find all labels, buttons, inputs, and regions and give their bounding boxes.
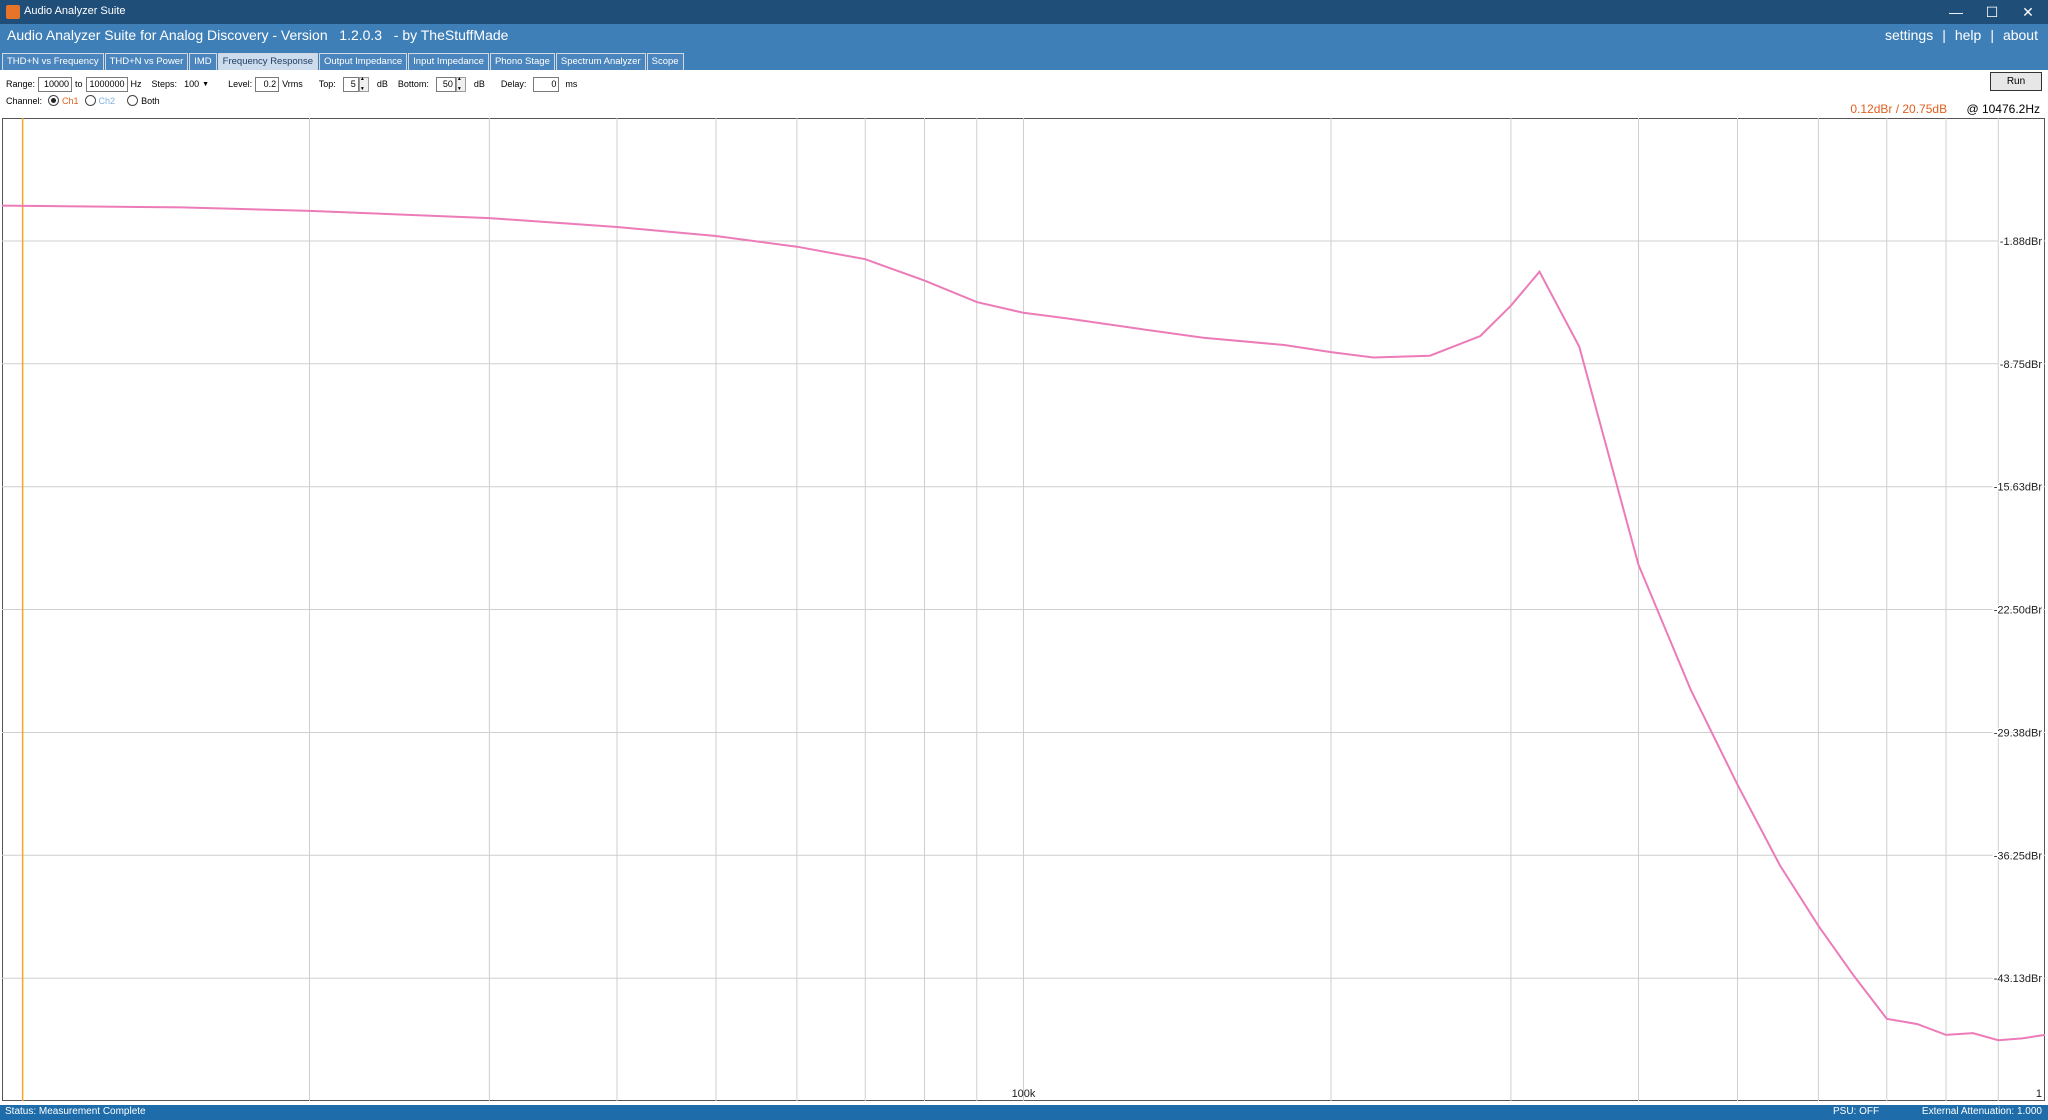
y-tick-label: -8.75dBr xyxy=(2000,359,2043,371)
chevron-down-icon[interactable]: ▼ xyxy=(202,81,210,88)
x-tick-label: 1 xyxy=(2036,1088,2042,1100)
y-tick-label: -15.63dBr xyxy=(1994,482,2043,494)
bottom-unit: dB xyxy=(473,79,485,89)
tab-bar: THD+N vs Frequency THD+N vs Power IMD Fr… xyxy=(2,53,685,70)
bottom-stepper[interactable] xyxy=(455,76,466,92)
delay-unit: ms xyxy=(565,79,578,89)
maximize-button[interactable]: ☐ xyxy=(1974,0,2010,24)
ch1-radio[interactable] xyxy=(48,95,60,106)
bottom-label: Bottom: xyxy=(397,79,429,89)
y-tick-label: -43.13dBr xyxy=(1994,973,2043,985)
top-unit: dB xyxy=(376,79,388,89)
both-label: Both xyxy=(141,95,160,106)
level-label: Level: xyxy=(228,79,253,89)
top-stepper[interactable] xyxy=(358,76,369,92)
tab-thd-vs-power[interactable]: THD+N vs Power xyxy=(104,53,189,70)
close-button[interactable]: ✕ xyxy=(2010,0,2046,24)
both-radio[interactable] xyxy=(127,95,139,106)
tab-spectrum-analyzer[interactable]: Spectrum Analyzer xyxy=(555,53,646,70)
ch2-label: Ch2 xyxy=(98,95,116,106)
settings-row: Range: 10000 to 1000000 Hz Steps: 100 ▼ … xyxy=(6,76,580,92)
settings-link[interactable]: settings xyxy=(1885,27,1933,43)
tab-scope[interactable]: Scope xyxy=(646,53,684,70)
top-input[interactable]: 5 xyxy=(342,76,359,92)
cursor-frequency: @ 10476.2Hz xyxy=(1966,102,2040,116)
tab-output-impedance[interactable]: Output Impedance xyxy=(318,53,408,70)
tab-input-impedance[interactable]: Input Impedance xyxy=(408,53,489,70)
y-tick-label: -1.88dBr xyxy=(2000,236,2043,248)
about-link[interactable]: about xyxy=(2003,27,2038,43)
tab-imd[interactable]: IMD xyxy=(189,53,217,70)
help-link[interactable]: help xyxy=(1955,27,1981,43)
y-tick-label: -29.38dBr xyxy=(1994,727,2043,739)
y-tick-label: -36.25dBr xyxy=(1994,850,2043,862)
top-label: Top: xyxy=(318,79,336,89)
waveform-icon xyxy=(6,5,20,19)
title-bar: Audio Analyzer Suite — ☐ ✕ xyxy=(0,0,2048,24)
menu-separator: | xyxy=(1990,27,1994,43)
level-input[interactable]: 0.2 xyxy=(255,76,280,92)
delay-input[interactable]: 0 xyxy=(533,76,560,92)
app-name: Audio Analyzer Suite for Analog Discover… xyxy=(7,27,509,43)
cursor-readout: 0.12dBr / 20.75dB @ 10476.2Hz xyxy=(1850,102,2040,116)
y-tick-label: -22.50dBr xyxy=(1994,605,2043,617)
frequency-response-chart[interactable]: -1.88dBr -8.75dBr -15.63dBr -22.50dBr -29.38… xyxy=(2,118,2045,1101)
bottom-input[interactable]: 50 xyxy=(435,76,456,92)
status-text: Status: Measurement Complete xyxy=(5,1106,146,1117)
cursor-value: 0.12dBr / 20.75dB xyxy=(1850,102,1948,116)
range-label: Range: xyxy=(6,79,36,89)
range-to-label: to xyxy=(75,79,83,89)
steps-label: Steps: xyxy=(151,79,178,89)
ch1-label: Ch1 xyxy=(62,95,79,106)
top-menu: settings | help | about xyxy=(1885,27,2038,43)
tab-thd-vs-frequency[interactable]: THD+N vs Frequency xyxy=(2,53,104,70)
menu-separator: | xyxy=(1942,27,1946,43)
run-button[interactable]: Run xyxy=(1990,72,2042,91)
channel-selector: Channel: Ch1 Ch2 Both xyxy=(6,95,160,106)
range-to-input[interactable]: 1000000 xyxy=(85,76,128,92)
psu-status: PSU: OFF xyxy=(1833,1106,1880,1117)
level-unit: Vrms xyxy=(282,79,303,89)
x-tick-label: 100k xyxy=(1012,1088,1036,1100)
tab-phono-stage[interactable]: Phono Stage xyxy=(489,53,555,70)
delay-label: Delay: xyxy=(500,79,527,89)
tab-frequency-response[interactable]: Frequency Response xyxy=(217,53,318,70)
attenuation-status: External Attenuation: 1.000 xyxy=(1921,1106,2042,1117)
window-title: Audio Analyzer Suite xyxy=(24,5,126,17)
minimize-button[interactable]: — xyxy=(1938,0,1974,24)
range-from-input[interactable]: 10000 xyxy=(38,76,73,92)
status-bar: Status: Measurement Complete PSU: OFF Ex… xyxy=(0,1105,2048,1120)
steps-select[interactable]: 100 xyxy=(184,79,199,89)
ch2-radio[interactable] xyxy=(84,95,96,106)
channel-label: Channel: xyxy=(6,95,43,106)
range-unit: Hz xyxy=(130,79,142,89)
